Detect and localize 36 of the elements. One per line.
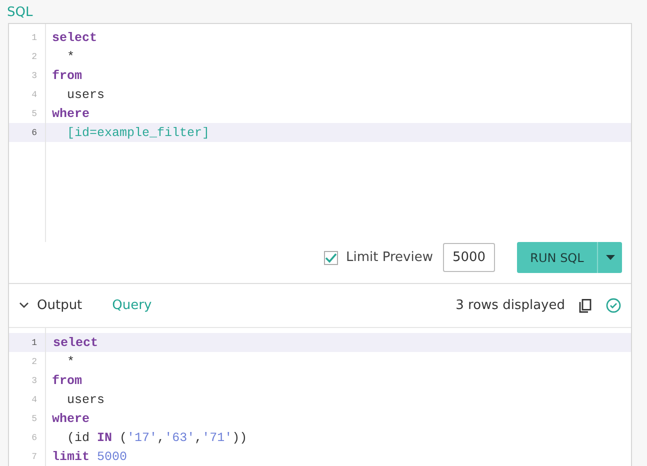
line-number: 4 xyxy=(30,394,38,404)
line-number: 4 xyxy=(30,90,38,100)
code-line: 2 * xyxy=(9,47,631,66)
line-number: 3 xyxy=(30,376,38,386)
limit-input[interactable]: 5000 xyxy=(443,243,495,272)
code-line: 6 (id IN ('17','63','71')) xyxy=(9,428,631,447)
code-line: 4 users xyxy=(9,390,631,409)
caret-icon xyxy=(606,255,614,260)
code-line: 3 from xyxy=(9,66,631,85)
code-line: 4 users xyxy=(9,85,631,104)
line-number: 6 xyxy=(30,432,38,442)
code-line: 5 where xyxy=(9,104,631,123)
limit-preview-checkbox[interactable] xyxy=(324,250,338,265)
line-number: 1 xyxy=(30,32,38,42)
line-number: 1 xyxy=(30,338,38,348)
code-line: 2 * xyxy=(9,352,631,371)
copy-icon[interactable] xyxy=(579,298,592,313)
chevron-icon[interactable] xyxy=(19,302,29,310)
line-number: 6 xyxy=(30,128,38,138)
output-title: Output xyxy=(37,298,82,314)
dropdown-button[interactable] xyxy=(597,242,622,274)
line-number: 3 xyxy=(30,70,38,80)
section-title: SQL xyxy=(6,4,34,22)
sql-editor[interactable]: 1 select 2 * 3 from 4 users 5 where 6 [id=example_filter] xyxy=(9,24,631,242)
line-number: 5 xyxy=(30,414,38,424)
code-line: 7 limit 5000 xyxy=(9,447,631,466)
line-number: 2 xyxy=(30,52,38,62)
rows-status: 3 rows displayed xyxy=(456,298,565,314)
code-line: 1 select xyxy=(9,28,631,47)
line-number: 7 xyxy=(30,452,38,462)
limit-preview-label: Limit Preview xyxy=(346,250,433,266)
code-line: 5 where xyxy=(9,409,631,428)
run-sql-button[interactable]: RUN SQL xyxy=(517,242,597,274)
code-line: 3 from xyxy=(9,371,631,390)
line-number: 5 xyxy=(30,108,38,118)
line-number: 2 xyxy=(30,356,38,366)
